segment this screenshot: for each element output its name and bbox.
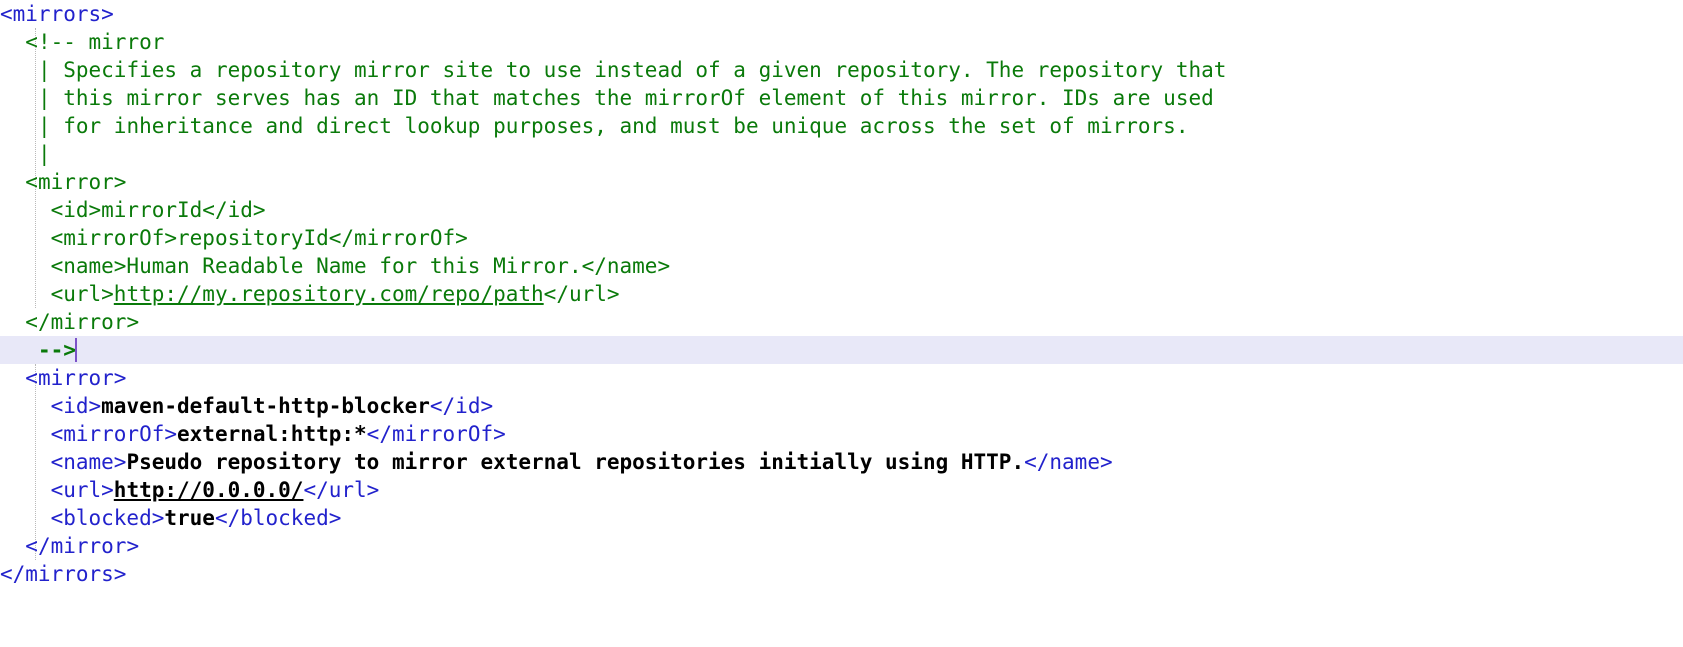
xml-text-token: maven-default-http-blocker <box>101 394 430 418</box>
code-line[interactable]: <!-- mirror <box>0 28 1683 56</box>
xml-text-token: true <box>164 506 215 530</box>
xml-tag-token: <mirrors> <box>0 2 114 26</box>
code-line[interactable]: <mirrors> <box>0 0 1683 28</box>
code-line-list[interactable]: <mirrors> <!-- mirror | Specifies a repo… <box>0 0 1683 588</box>
xml-comment-token: | <box>37 142 51 166</box>
xml-tag-token: <url> <box>50 478 114 502</box>
code-line[interactable]: <name>Pseudo repository to mirror extern… <box>0 448 1683 476</box>
code-line[interactable]: </mirror> <box>0 532 1683 560</box>
xml-comment-token: <id>mirrorId</id> <box>50 198 266 222</box>
code-line[interactable]: </mirror> <box>0 308 1683 336</box>
code-line[interactable]: | <box>0 140 1683 168</box>
xml-comment-token: | for inheritance and direct lookup purp… <box>37 114 1189 138</box>
xml-comment-token: | this mirror serves has an ID that matc… <box>37 86 1214 110</box>
xml-tag-token: <mirrorOf> <box>50 422 178 446</box>
comment-url-link[interactable]: http://my.repository.com/repo/path <box>114 282 544 306</box>
xml-tag-token: </mirrors> <box>0 562 127 586</box>
code-line[interactable]: <mirror> <box>0 168 1683 196</box>
xml-tag-token: </mirrorOf> <box>366 422 506 446</box>
xml-code-editor[interactable]: <mirrors> <!-- mirror | Specifies a repo… <box>0 0 1683 647</box>
code-line[interactable]: <id>mirrorId</id> <box>0 196 1683 224</box>
xml-tag-token: </id> <box>429 394 494 418</box>
code-line[interactable]: | this mirror serves has an ID that matc… <box>0 84 1683 112</box>
xml-text-token: external:http:* <box>177 422 367 446</box>
xml-tag-token: </name> <box>1024 450 1113 474</box>
code-line[interactable]: <blocked>true</blocked> <box>0 504 1683 532</box>
xml-comment-token: | Specifies a repository mirror site to … <box>37 58 1227 82</box>
code-line-current[interactable]: --> <box>0 336 1683 364</box>
xml-tag-token: <mirror> <box>25 366 127 390</box>
code-line[interactable]: <url>http://my.repository.com/repo/path<… <box>0 280 1683 308</box>
code-line[interactable]: <url>http://0.0.0.0/</url> <box>0 476 1683 504</box>
xml-tag-token: <blocked> <box>50 506 165 530</box>
code-line[interactable]: <id>maven-default-http-blocker</id> <box>0 392 1683 420</box>
xml-comment-token: <mirror> <box>25 170 127 194</box>
code-line[interactable]: | Specifies a repository mirror site to … <box>0 56 1683 84</box>
xml-comment-token: </url> <box>543 282 620 306</box>
code-line[interactable]: <name>Human Readable Name for this Mirro… <box>0 252 1683 280</box>
xml-comment-token: <name>Human Readable Name for this Mirro… <box>50 254 671 278</box>
code-line[interactable]: </mirrors> <box>0 560 1683 588</box>
code-line[interactable]: <mirror> <box>0 364 1683 392</box>
xml-comment-token: <!-- mirror <box>25 30 165 54</box>
xml-tag-token: <name> <box>50 450 127 474</box>
xml-comment-token: </mirror> <box>25 310 140 334</box>
xml-comment-token: <mirrorOf>repositoryId</mirrorOf> <box>50 226 468 250</box>
xml-comment-token: <url> <box>50 282 114 306</box>
code-line[interactable]: <mirrorOf>external:http:*</mirrorOf> <box>0 420 1683 448</box>
xml-tag-token: </blocked> <box>214 506 342 530</box>
xml-tag-token: </mirror> <box>25 534 140 558</box>
xml-tag-token: </url> <box>303 478 380 502</box>
xml-text-token: Pseudo repository to mirror external rep… <box>126 450 1025 474</box>
text-caret <box>74 338 77 362</box>
url-link[interactable]: http://0.0.0.0/ <box>114 478 304 502</box>
xml-comment-token: --> <box>37 338 76 362</box>
xml-tag-token: <id> <box>50 394 102 418</box>
code-line[interactable]: <mirrorOf>repositoryId</mirrorOf> <box>0 224 1683 252</box>
code-line[interactable]: | for inheritance and direct lookup purp… <box>0 112 1683 140</box>
